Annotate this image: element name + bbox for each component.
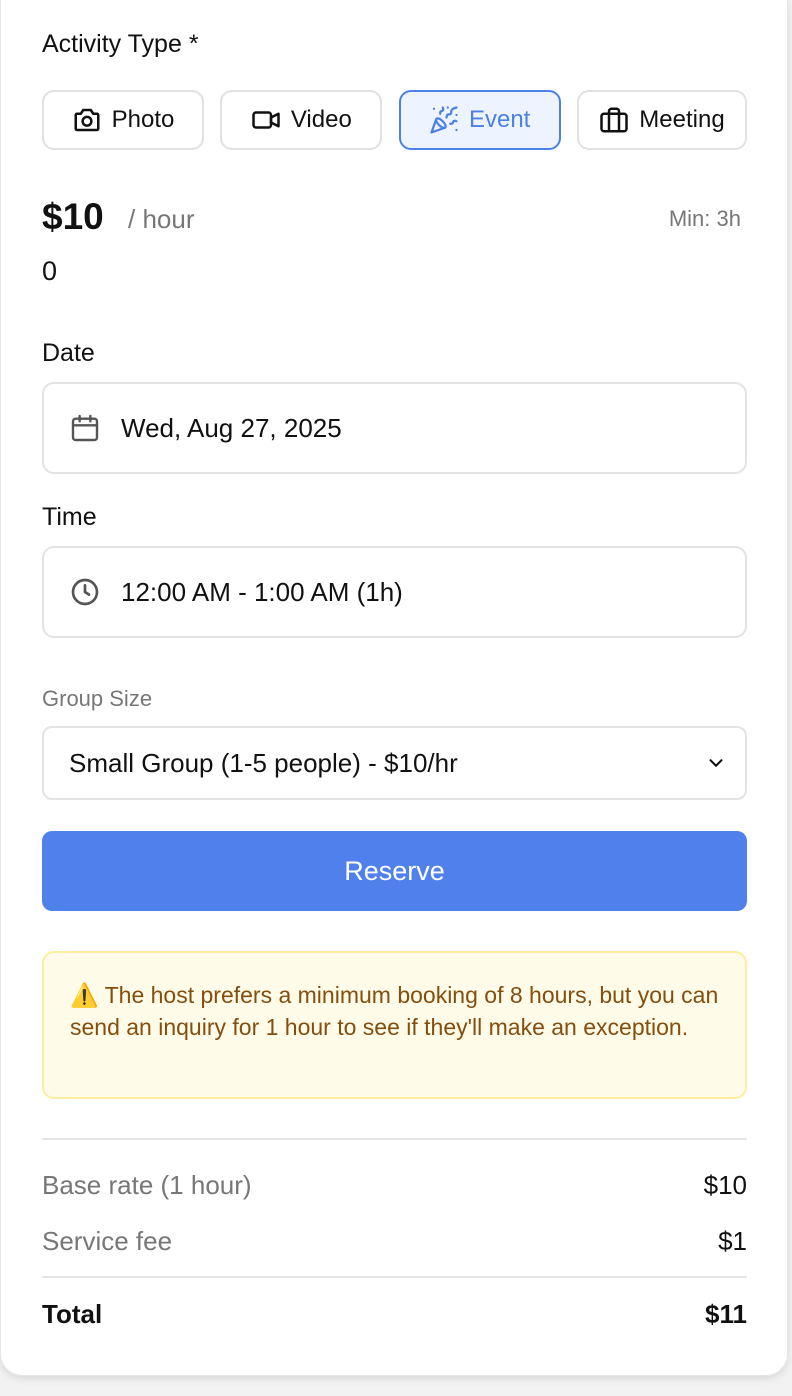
total-label: Total — [42, 1299, 103, 1329]
time-value: 12:00 AM - 1:00 AM (1h) — [121, 576, 403, 607]
activity-meeting-label: Meeting — [639, 106, 725, 133]
activity-photo-button[interactable]: Photo — [42, 90, 204, 150]
clock-icon — [69, 576, 101, 608]
summary-divider-top — [42, 1138, 747, 1140]
group-size-select[interactable]: Small Group (1-5 people) - $10/hr — [42, 726, 747, 800]
activity-type-label: Activity Type * — [42, 30, 199, 58]
base-rate-value: $10 — [703, 1170, 747, 1200]
hourly-price: $10 — [42, 196, 104, 237]
price-unit: / hour — [128, 204, 195, 234]
calendar-icon — [69, 412, 101, 444]
service-fee-row: Service fee $1 — [42, 1226, 747, 1257]
chevron-down-icon — [705, 752, 727, 774]
service-fee-label: Service fee — [42, 1226, 173, 1256]
activity-type-options: Photo Video Event Meeting — [42, 90, 747, 150]
reserve-button[interactable]: Reserve — [42, 831, 747, 911]
group-size-value: Small Group (1-5 people) - $10/hr — [69, 747, 458, 778]
activity-event-button[interactable]: Event — [398, 90, 561, 150]
camera-icon — [72, 105, 102, 135]
base-rate-label: Base rate (1 hour) — [42, 1170, 252, 1200]
group-size-label: Group Size — [42, 686, 153, 711]
date-picker[interactable]: Wed, Aug 27, 2025 — [42, 382, 747, 474]
activity-event-label: Event — [468, 106, 531, 133]
activity-video-label: Video — [290, 106, 352, 133]
warning-text: ⚠️ The host prefers a minimum booking of… — [70, 982, 719, 1040]
minimum-booking-warning: ⚠️ The host prefers a minimum booking of… — [42, 951, 747, 1099]
activity-video-button[interactable]: Video — [220, 90, 383, 150]
summary-divider-bottom — [42, 1276, 747, 1278]
video-icon — [251, 105, 281, 135]
booking-card: Activity Type * Photo Video Event Meetin… — [0, 0, 788, 1376]
time-picker[interactable]: 12:00 AM - 1:00 AM (1h) — [42, 546, 747, 638]
price-extra-value: 0 — [42, 256, 58, 286]
party-popper-icon — [429, 105, 459, 135]
briefcase-icon — [599, 105, 629, 135]
activity-meeting-button[interactable]: Meeting — [576, 90, 747, 150]
minimum-hours: Min: 3h — [668, 206, 741, 231]
base-rate-row: Base rate (1 hour) $10 — [42, 1170, 747, 1201]
total-value: $11 — [705, 1299, 747, 1329]
date-label: Date — [42, 339, 95, 367]
time-label: Time — [42, 503, 97, 531]
date-value: Wed, Aug 27, 2025 — [121, 412, 342, 443]
total-row: Total $11 — [42, 1299, 747, 1330]
activity-photo-label: Photo — [111, 106, 175, 133]
service-fee-value: $1 — [718, 1226, 747, 1256]
